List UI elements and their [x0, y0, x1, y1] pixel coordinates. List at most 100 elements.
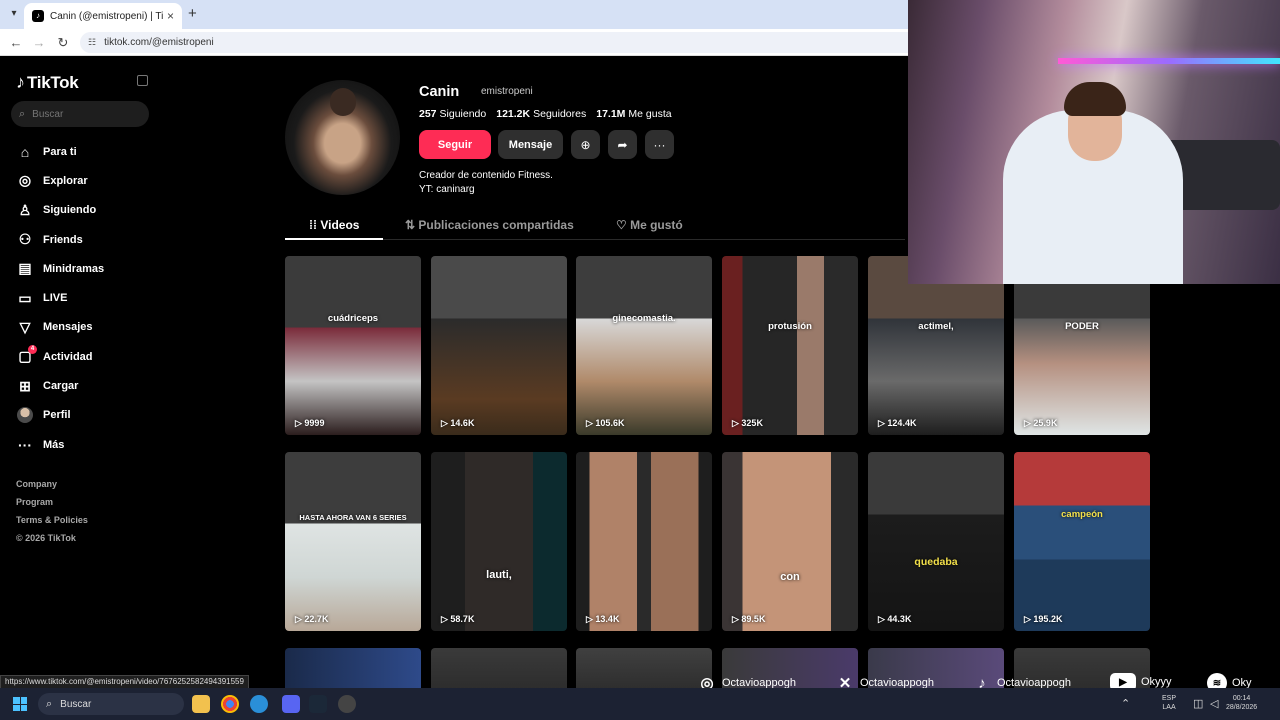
video-card[interactable]: cuádriceps ▷ 9999: [285, 256, 421, 435]
view-count: ▷ 58.7K: [441, 614, 475, 624]
view-count: ▷ 44.3K: [878, 614, 912, 624]
sidebar-item-live[interactable]: ▭ LIVE: [16, 283, 156, 312]
footer-copyright: © 2026 TikTok: [16, 533, 76, 543]
close-tab-icon[interactable]: ×: [167, 9, 174, 23]
forward-icon[interactable]: →: [31, 35, 47, 51]
footer-link-terms[interactable]: Terms & Policies: [16, 513, 88, 531]
sidebar-item-cargar[interactable]: ⊞ Cargar: [16, 371, 156, 400]
tab-videos[interactable]: ⁞⁞ Videos: [309, 218, 359, 232]
sidebar-nav: ⌂ Para ti ◎ Explorar ♙ Siguiendo ⚇ Frien…: [16, 137, 156, 459]
network-icon[interactable]: ◫: [1193, 697, 1203, 710]
browser-tab[interactable]: ♪ Canin (@emistropeni) | TikTok ×: [24, 3, 182, 29]
video-card[interactable]: [285, 648, 421, 688]
tab-reposts[interactable]: ⇅ Publicaciones compartidas: [405, 218, 574, 232]
windows-start-icon[interactable]: [13, 697, 27, 711]
video-card[interactable]: lauti, ▷ 58.7K: [431, 452, 567, 631]
follow-button[interactable]: Seguir: [419, 130, 491, 159]
steam-icon[interactable]: [309, 695, 327, 713]
sidebar-item-label: Actividad: [43, 350, 93, 363]
tab-liked[interactable]: ♡ Me gustó: [616, 218, 683, 232]
tray-chevron-icon[interactable]: ⌃: [1121, 697, 1130, 710]
sidebar-item-siguiendo[interactable]: ♙ Siguiendo: [16, 196, 156, 225]
tiktok-logo-icon: ♪: [16, 72, 25, 92]
keyboard-layout: LAA: [1162, 704, 1176, 711]
video-card[interactable]: HASTA AHORA VAN 6 SERIES ▷ 22.7K: [285, 452, 421, 631]
sidebar-item-perfil[interactable]: Perfil: [16, 401, 156, 430]
tiktok-logo[interactable]: ♪ TikTok: [16, 72, 79, 93]
sidebar-item-label: LIVE: [43, 292, 68, 305]
taskbar-search[interactable]: ⌕ Buscar: [38, 693, 184, 715]
video-card[interactable]: quedaba ▷ 44.3K: [868, 452, 1004, 631]
reload-icon[interactable]: ↻: [55, 35, 71, 51]
video-caption: actimel,: [918, 321, 954, 332]
likes-label: Me gusta: [628, 108, 672, 120]
sidebar-item-label: Más: [43, 438, 65, 451]
view-count-value: 13.4K: [595, 614, 620, 624]
likes-count: 17.1M: [596, 108, 626, 120]
clock[interactable]: 00:14 28/8/2026: [1226, 694, 1257, 712]
obs-icon[interactable]: [338, 695, 356, 713]
view-count: ▷ 105.6K: [586, 418, 625, 428]
sidebar-item-actividad[interactable]: ▢ 4 Actividad: [16, 342, 156, 371]
video-card[interactable]: campeón ▷ 195.2K: [1014, 452, 1150, 631]
add-friend-icon[interactable]: ⊕: [571, 130, 600, 159]
video-card[interactable]: protusión ▷ 325K: [722, 256, 858, 435]
sidebar-item-explorar[interactable]: ◎ Explorar: [16, 166, 156, 195]
following-stat[interactable]: 257 Siguiendo: [419, 108, 486, 120]
video-caption: protusión: [768, 321, 812, 332]
sidebar-item-label: Friends: [43, 233, 83, 246]
upload-icon: ⊞: [19, 377, 31, 394]
video-card[interactable]: [431, 648, 567, 688]
windows-taskbar: ⌕ Buscar ⌃ ESP LAA ◫ ◁ 00:14 28/8/2026: [0, 688, 1280, 720]
share-icon[interactable]: ➦: [608, 130, 637, 159]
tab-label: Me gustó: [630, 218, 683, 232]
sidebar-item-label: Siguiendo: [43, 204, 97, 217]
video-card[interactable]: [576, 648, 712, 688]
back-icon[interactable]: ←: [8, 35, 24, 51]
file-explorer-icon[interactable]: [192, 695, 210, 713]
edge-icon[interactable]: [250, 695, 268, 713]
footer-link-company[interactable]: Company: [16, 477, 88, 495]
video-card[interactable]: ginecomastia. ▷ 105.6K: [576, 256, 712, 435]
view-count: ▷ 25.9K: [1024, 418, 1058, 428]
social-handle: Okyyy: [1141, 676, 1172, 688]
sidebar-item-friends[interactable]: ⚇ Friends: [16, 225, 156, 254]
tab-label: Publicaciones compartidas: [418, 218, 574, 232]
search-box[interactable]: ⌕: [11, 101, 149, 127]
language-indicator[interactable]: ESP LAA: [1162, 694, 1176, 712]
video-card[interactable]: ▷ 14.6K: [431, 256, 567, 435]
search-input[interactable]: [32, 108, 133, 120]
profile-avatar[interactable]: [285, 80, 400, 195]
message-button[interactable]: Mensaje: [498, 130, 563, 159]
video-card[interactable]: ▷ 13.4K: [576, 452, 712, 631]
view-count-value: 105.6K: [595, 418, 625, 428]
footer-link-program[interactable]: Program: [16, 495, 88, 513]
sidebar-item-para-ti[interactable]: ⌂ Para ti: [16, 137, 156, 166]
new-tab-button[interactable]: +: [188, 5, 197, 22]
view-count: ▷ 9999: [295, 418, 325, 428]
url-text: tiktok.com/@emistropeni: [104, 37, 214, 48]
sidebar-item-mas[interactable]: ··· Más: [16, 430, 156, 459]
view-count: ▷ 195.2K: [1024, 614, 1063, 624]
view-count: ▷ 124.4K: [878, 418, 917, 428]
profile-bio: Creador de contenido Fitness. YT: canina…: [419, 169, 553, 197]
collapse-sidebar-icon[interactable]: [137, 75, 148, 86]
view-count-value: 89.5K: [741, 614, 766, 624]
sidebar-item-mensajes[interactable]: ▽ Mensajes: [16, 313, 156, 342]
more-options-icon[interactable]: ···: [645, 130, 674, 159]
chrome-icon[interactable]: [221, 695, 239, 713]
view-count-value: 22.7K: [304, 614, 329, 624]
sidebar-item-minidramas[interactable]: ▤ Minidramas: [16, 254, 156, 283]
discord-icon[interactable]: [282, 695, 300, 713]
tab-list-icon[interactable]: ▾: [6, 6, 22, 22]
sidebar-item-label: Cargar: [43, 380, 79, 393]
site-info-icon[interactable]: ☷: [88, 37, 96, 48]
view-count-value: 124.4K: [887, 418, 917, 428]
profile-name: Canin: [419, 84, 460, 100]
video-card[interactable]: con ▷ 89.5K: [722, 452, 858, 631]
followers-stat[interactable]: 121.2K Seguidores: [496, 108, 586, 120]
video-caption: ginecomastia.: [612, 313, 676, 324]
sidebar-item-label: Para ti: [43, 145, 77, 158]
volume-icon[interactable]: ◁: [1210, 697, 1218, 710]
url-field[interactable]: ☷ tiktok.com/@emistropeni: [80, 32, 920, 53]
